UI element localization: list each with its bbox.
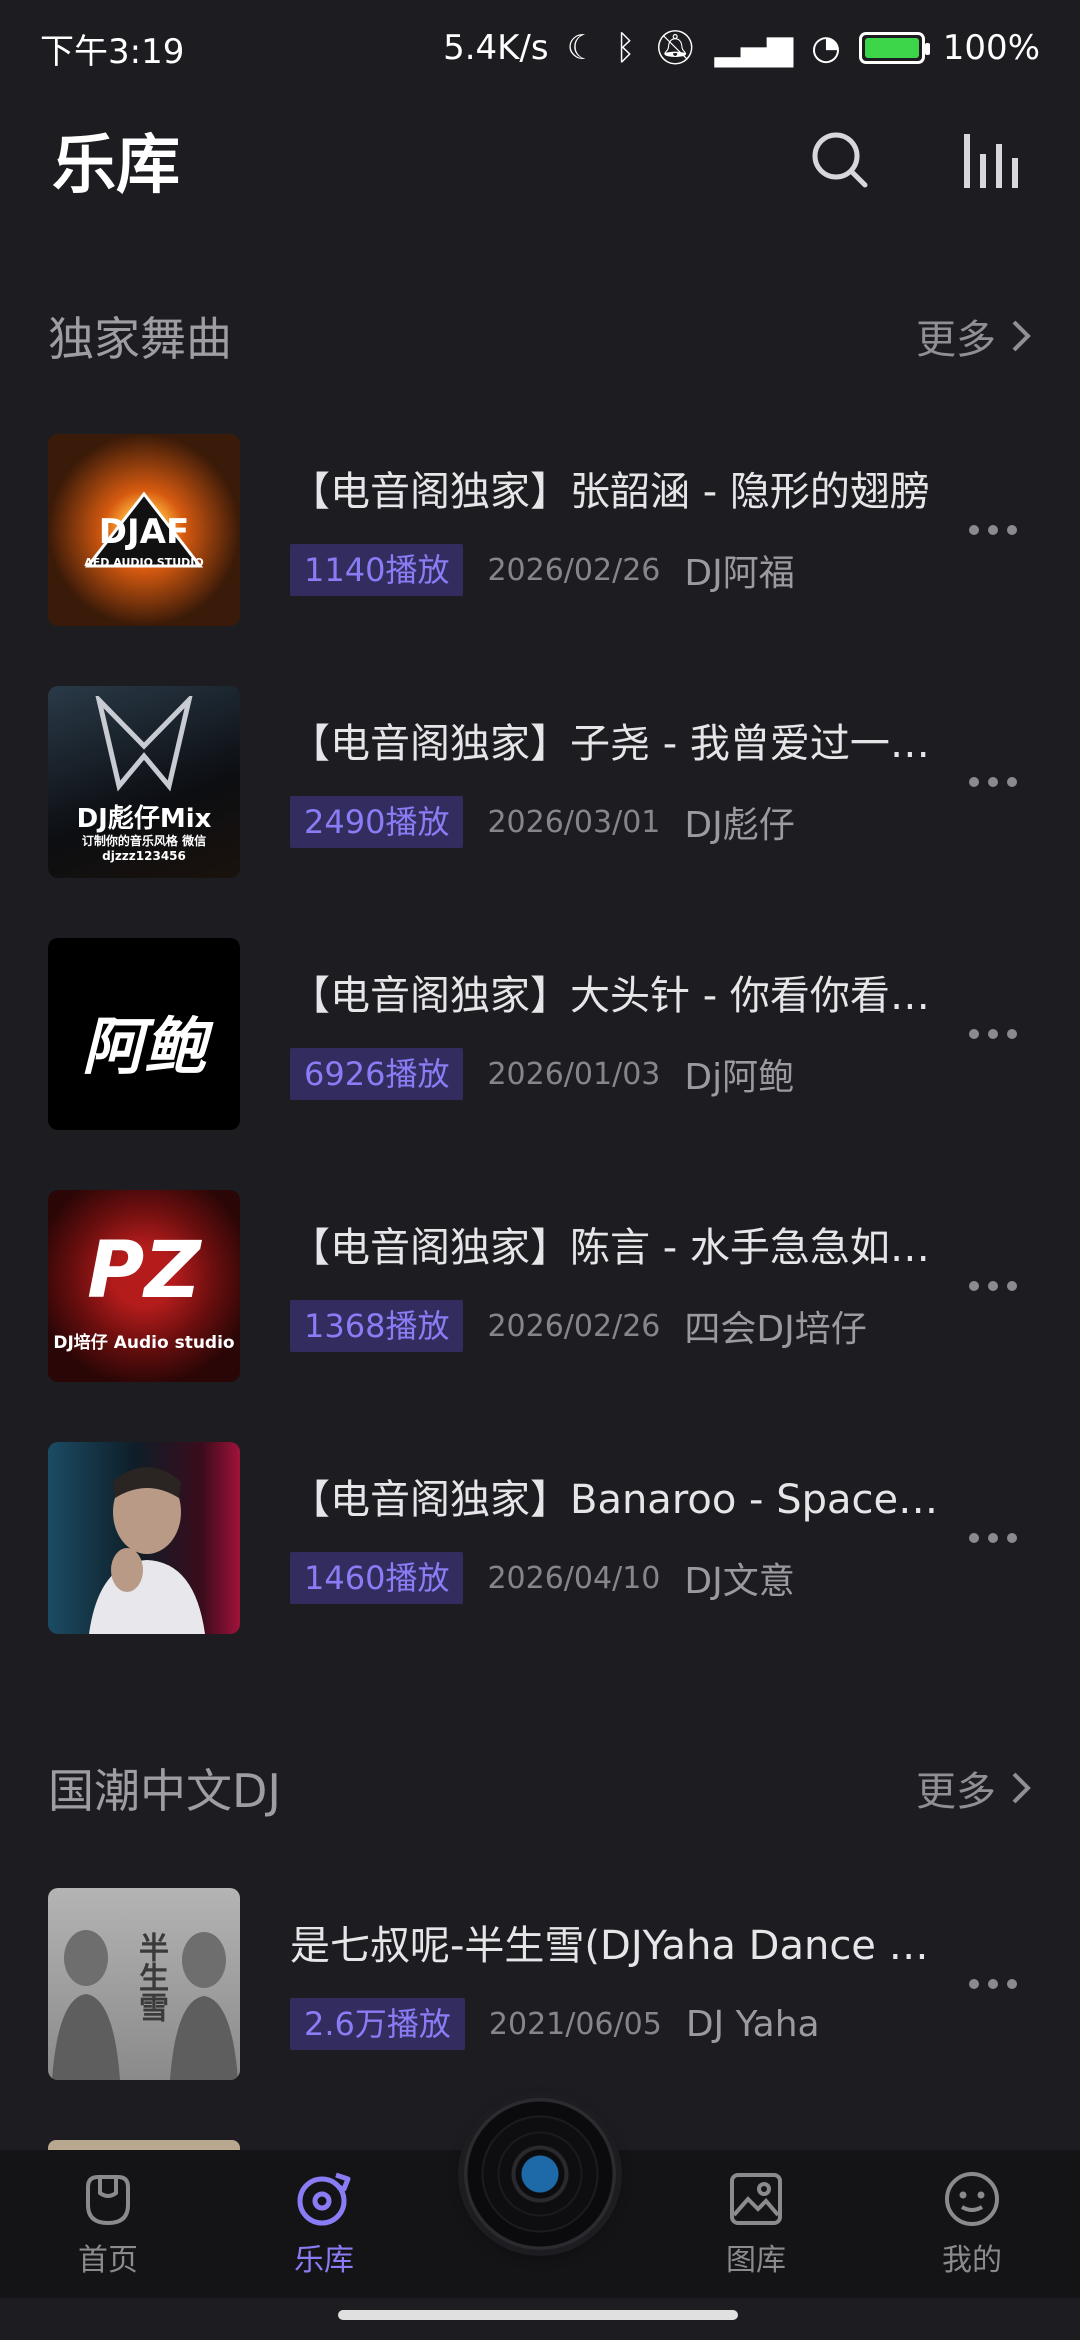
track-cover: 半生雪 <box>48 1888 240 2080</box>
more-label: 更多 <box>916 317 996 363</box>
moon-icon: ☾ <box>566 28 598 68</box>
track-artist: DJ阿福 <box>684 553 795 594</box>
mute-bell-icon: 🔕︎ <box>653 28 697 68</box>
tab-label: 首页 <box>78 2243 138 2278</box>
play-count-badge: 2.6万播放 <box>290 1998 465 2050</box>
cover-text: 阿鲍 <box>81 1010 206 1083</box>
play-count-badge: 2490播放 <box>290 796 464 848</box>
track-item[interactable]: PZ DJ培仔 Audio studio 【电音阁独家】陈言 - 水手急急如律令… <box>48 1190 1038 1382</box>
page-title: 乐库 <box>52 129 180 203</box>
now-playing-disc-button[interactable] <box>464 2098 616 2250</box>
track-date: 2026/01/03 <box>487 1056 661 1092</box>
track-item[interactable]: DJAF AFD AUDIO STUDIO 【电音阁独家】张韶涵 - 隐形的翅膀… <box>48 434 1038 626</box>
track-item[interactable]: 阿鲍 【电音阁独家】大头针 - 你看你看月亮的脸 6926播放 2026/01/… <box>48 938 1038 1130</box>
network-speed: 5.4K/s <box>443 28 549 68</box>
equalizer-icon <box>964 134 1018 188</box>
more-label: 更多 <box>916 1769 996 1815</box>
cover-subtext: DJ培仔 Audio studio <box>53 1333 235 1353</box>
more-options-button[interactable] <box>948 752 1038 812</box>
cover-text: DJ彪仔Mix <box>76 804 212 834</box>
signal-icon: ▂▄▆ <box>714 28 794 68</box>
tab-label: 我的 <box>942 2243 1002 2278</box>
tab-label: 乐库 <box>294 2243 354 2278</box>
track-cover: 阿鲍 <box>48 938 240 1130</box>
track-title: 【电音阁独家】大头针 - 你看你看月亮的脸 <box>290 973 950 1019</box>
more-options-button[interactable] <box>948 1508 1038 1568</box>
track-artist: Dj阿鲍 <box>684 1057 795 1098</box>
more-options-button[interactable] <box>948 1004 1038 1064</box>
play-count-badge: 1140播放 <box>290 544 464 596</box>
tab-gallery[interactable]: 图库 <box>676 2169 836 2279</box>
status-time: 下午3:19 <box>40 31 185 72</box>
tab-profile[interactable]: 我的 <box>892 2169 1052 2279</box>
more-options-button[interactable] <box>948 1256 1038 1316</box>
section-header-guochao: 国潮中文DJ 更多 <box>0 1748 1080 1828</box>
equalizer-button[interactable] <box>956 124 1028 196</box>
track-title: 【电音阁独家】子尧 - 我曾爱过一个人 <box>290 721 950 767</box>
track-title: 【电音阁独家】陈言 - 水手急急如律令 <box>290 1225 950 1271</box>
section-title: 独家舞曲 <box>48 312 232 366</box>
track-cover: DJAF AFD AUDIO STUDIO <box>48 434 240 626</box>
track-item[interactable]: 半生雪 是七叔呢-半生雪(DJYaha Dance Mix) 2.6万播放 20… <box>48 1888 1038 2080</box>
battery-percent: 100% <box>942 28 1040 68</box>
profile-icon <box>945 2172 999 2226</box>
cover-logo-art <box>95 696 193 792</box>
section-header-exclusive: 独家舞曲 更多 <box>0 296 1080 376</box>
tab-music-library[interactable]: 乐库 <box>244 2169 404 2279</box>
music-library-icon <box>297 2172 351 2226</box>
wifi-icon: ◔ <box>811 28 841 68</box>
track-artist: DJ Yaha <box>685 2003 820 2045</box>
track-date: 2021/06/05 <box>488 2006 662 2042</box>
cover-subtext: AFD AUDIO STUDIO <box>84 556 204 569</box>
section-title: 国潮中文DJ <box>48 1764 281 1818</box>
bluetooth-icon: ᛒ <box>615 28 636 68</box>
track-title: 是七叔呢-半生雪(DJYaha Dance Mix) <box>290 1923 950 1969</box>
track-title: 【电音阁独家】张韶涵 - 隐形的翅膀 <box>290 469 930 515</box>
tab-home[interactable]: 首页 <box>28 2169 188 2279</box>
track-cover <box>48 1442 240 1634</box>
play-count-badge: 6926播放 <box>290 1048 464 1100</box>
cover-text: 半生雪 <box>133 1932 168 2022</box>
track-artist: DJ彪仔 <box>684 805 795 846</box>
play-count-badge: 1460播放 <box>290 1552 464 1604</box>
home-indicator[interactable] <box>338 2310 738 2320</box>
status-icons: 5.4K/s ☾ ᛒ 🔕︎ ▂▄▆ ◔ 100% <box>443 28 1040 68</box>
track-cover: PZ DJ培仔 Audio studio <box>48 1190 240 1382</box>
status-bar: 下午3:19 5.4K/s ☾ ᛒ 🔕︎ ▂▄▆ ◔ 100% <box>0 0 1080 96</box>
cover-portrait-art <box>89 1467 205 1634</box>
search-button[interactable] <box>804 124 876 196</box>
cover-text: PZ <box>87 1226 201 1316</box>
track-artist: DJ文意 <box>684 1561 795 1602</box>
tab-label: 图库 <box>726 2243 786 2278</box>
chevron-right-icon <box>1012 1772 1031 1804</box>
track-item[interactable]: DJ彪仔Mix 订制你的音乐风格 微信djzzz123456 【电音阁独家】子尧… <box>48 686 1038 878</box>
track-date: 2026/04/10 <box>487 1560 661 1596</box>
more-button[interactable]: 更多 <box>916 1759 1032 1817</box>
battery-icon <box>858 32 930 64</box>
more-options-button[interactable] <box>948 1954 1038 2014</box>
more-button[interactable]: 更多 <box>916 307 1032 365</box>
track-artist: 四会DJ培仔 <box>684 1309 867 1350</box>
chevron-right-icon <box>1012 320 1031 352</box>
track-date: 2026/02/26 <box>487 1308 661 1344</box>
app-bar: 乐库 <box>0 110 1080 210</box>
track-date: 2026/03/01 <box>487 804 661 840</box>
gallery-icon <box>730 2173 782 2225</box>
cover-subtext: 订制你的音乐风格 微信djzzz123456 <box>81 834 207 863</box>
more-options-button[interactable] <box>948 500 1038 560</box>
search-icon <box>812 132 868 188</box>
play-count-badge: 1368播放 <box>290 1300 464 1352</box>
track-title: 【电音阁独家】Banaroo - Space Cowboy <box>290 1477 950 1523</box>
track-item[interactable]: 【电音阁独家】Banaroo - Space Cowboy 1460播放 202… <box>48 1442 1038 1634</box>
cover-text: DJAF <box>98 512 190 552</box>
track-cover: DJ彪仔Mix 订制你的音乐风格 微信djzzz123456 <box>48 686 240 878</box>
home-icon <box>86 2175 130 2226</box>
track-date: 2026/02/26 <box>487 552 661 588</box>
